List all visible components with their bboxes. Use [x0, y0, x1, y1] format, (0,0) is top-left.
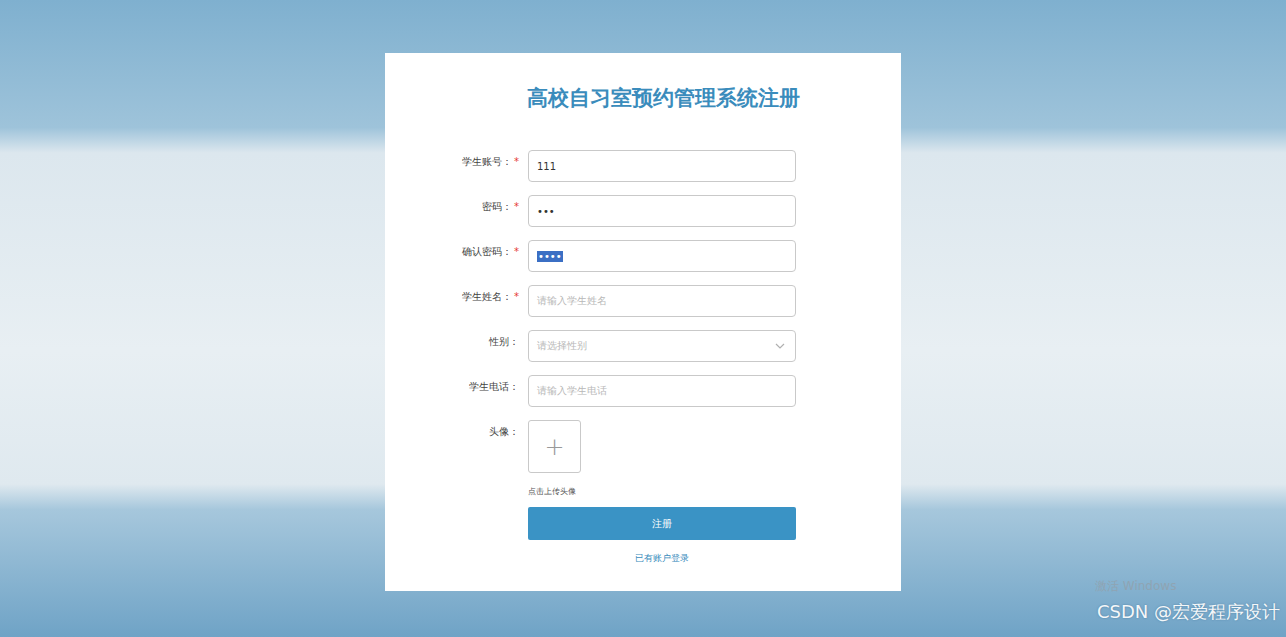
plus-icon: +	[544, 435, 564, 459]
page-title: 高校自习室预约管理系统注册	[385, 83, 901, 113]
required-mark: *	[514, 291, 519, 302]
register-form: 学生账号：* 111 密码：* ••• 确认密码：* •••• 学生姓名：* 请输入学生姓名性…	[385, 150, 901, 565]
input-placeholder: 请输入学生姓名	[537, 294, 607, 308]
activation-watermark: 激活 Windows	[1095, 578, 1176, 595]
text-input[interactable]: 请输入学生姓名	[528, 285, 796, 317]
field-label: 学生姓名：*	[385, 285, 525, 317]
field-label: 学生账号：*	[385, 150, 525, 182]
chevron-down-icon	[775, 343, 785, 349]
field-label: 确认密码：*	[385, 240, 525, 272]
avatar-upload[interactable]: +	[528, 420, 581, 473]
text-input[interactable]: ••••	[528, 240, 796, 272]
field-label: 性别：	[385, 330, 525, 362]
register-page: 高校自习室预约管理系统注册学生账号：*111密码：*•••确认密码：*••••学…	[0, 0, 1286, 637]
register-card: 高校自习室预约管理系统注册学生账号：*111密码：*•••确认密码：*••••学…	[385, 53, 901, 591]
input-value: ••••	[537, 251, 563, 262]
required-mark: *	[514, 246, 519, 257]
input-placeholder: 请选择性别	[537, 339, 587, 353]
register-button[interactable]: 注册	[528, 507, 796, 540]
required-mark: *	[514, 201, 519, 212]
input-placeholder: 请输入学生电话	[537, 384, 607, 398]
field-label: 学生电话：	[385, 375, 525, 407]
avatar-field: + 点击上传头像	[528, 420, 796, 497]
source-watermark: CSDN @宏爱程序设计	[1097, 600, 1280, 624]
upload-hint: 点击上传头像	[528, 486, 796, 497]
input-value: •••	[537, 206, 555, 217]
login-link[interactable]: 已有账户登录	[635, 552, 689, 565]
gender-select[interactable]: 请选择性别	[528, 330, 796, 362]
text-input[interactable]: 111	[528, 150, 796, 182]
required-mark: *	[514, 156, 519, 167]
field-label: 密码：*	[385, 195, 525, 227]
input-value: 111	[537, 161, 556, 172]
avatar-label: 头像：	[385, 420, 525, 497]
text-input[interactable]: •••	[528, 195, 796, 227]
form-actions: 注册已有账户登录	[528, 507, 796, 565]
text-input[interactable]: 请输入学生电话	[528, 375, 796, 407]
